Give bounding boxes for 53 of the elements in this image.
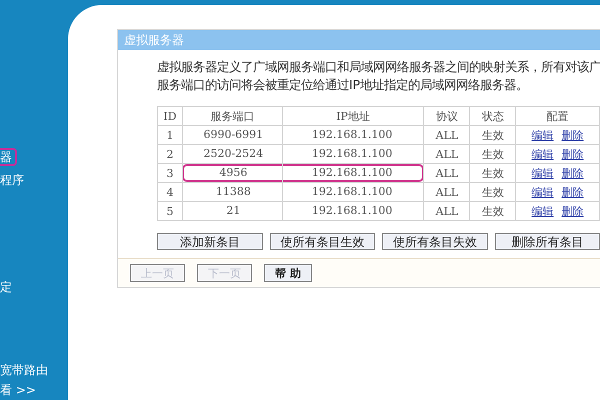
table-cell: 2 <box>158 144 182 164</box>
table-cell: 192.168.1.100 <box>282 164 424 182</box>
edit-link[interactable]: 编辑 <box>532 186 554 198</box>
action-button[interactable]: 删除所有条目 <box>494 233 600 250</box>
panel-title: 虚拟服务器 <box>118 30 600 50</box>
delete-link[interactable]: 删除 <box>562 128 584 142</box>
table-cell: ALL <box>424 164 470 182</box>
table-cell: ALL <box>424 126 470 144</box>
sidebar-item[interactable]: 看 >> <box>0 381 41 399</box>
table-cell: 生效 <box>470 164 516 182</box>
description-text: 服务端口的访问将会被重定位给通过IP地址指定的局域网网络服务器。 <box>157 76 530 94</box>
table-cell: 生效 <box>470 126 516 144</box>
action-button[interactable]: 使所有条目失效 <box>382 233 488 250</box>
delete-link[interactable]: 删除 <box>562 186 584 198</box>
table-cell-text: 192.168.1.100 <box>310 146 394 162</box>
sidebar-item[interactable]: 器 <box>0 148 17 166</box>
edit-link[interactable]: 编辑 <box>532 128 554 142</box>
table-cell-text: 11388 <box>214 184 252 200</box>
table-cell: 4 <box>158 182 182 202</box>
column-header: 服务端口 <box>182 106 282 126</box>
column-header: IP地址 <box>282 106 424 126</box>
delete-link[interactable]: 删除 <box>562 166 584 180</box>
table-cell: 生效 <box>470 182 516 202</box>
column-header: 状态 <box>470 106 516 126</box>
table-cell: 生效 <box>470 144 516 164</box>
table-cell-text: 21 <box>225 203 242 219</box>
table-cell-text: 2520-2524 <box>202 146 264 162</box>
table-cell-text: 192.168.1.100 <box>310 203 394 219</box>
column-header: 协议 <box>424 106 470 126</box>
sidebar-item[interactable]: 定 <box>0 278 17 296</box>
sidebar-item[interactable]: 宽带路由 <box>0 361 53 379</box>
table-cell-text: 192.168.1.100 <box>310 184 394 200</box>
table-cell: 4956 <box>182 164 283 182</box>
nav-button[interactable]: 帮 助 <box>264 264 312 282</box>
table-cell-text: 6990-6991 <box>202 127 264 143</box>
table-cell: 3 <box>158 164 182 182</box>
edit-link[interactable]: 编辑 <box>532 204 554 218</box>
table-cell: ALL <box>424 202 470 220</box>
table-cell: ALL <box>424 182 470 202</box>
action-button[interactable]: 使所有条目生效 <box>270 233 375 250</box>
edit-link[interactable]: 编辑 <box>532 148 554 160</box>
table-cell: 1 <box>158 126 182 144</box>
table-cell: ALL <box>424 144 470 164</box>
column-header: 配置 <box>516 106 600 126</box>
delete-link[interactable]: 删除 <box>562 204 584 218</box>
sidebar-item[interactable]: 程序 <box>0 171 29 189</box>
action-button[interactable]: 添加新条目 <box>157 233 262 250</box>
delete-link[interactable]: 删除 <box>562 148 584 160</box>
table-cell: 5 <box>158 202 182 220</box>
table-cell: 生效 <box>470 202 516 220</box>
column-header: ID <box>158 106 182 126</box>
table-cell-text: 192.168.1.100 <box>310 127 394 143</box>
edit-link[interactable]: 编辑 <box>532 166 554 180</box>
